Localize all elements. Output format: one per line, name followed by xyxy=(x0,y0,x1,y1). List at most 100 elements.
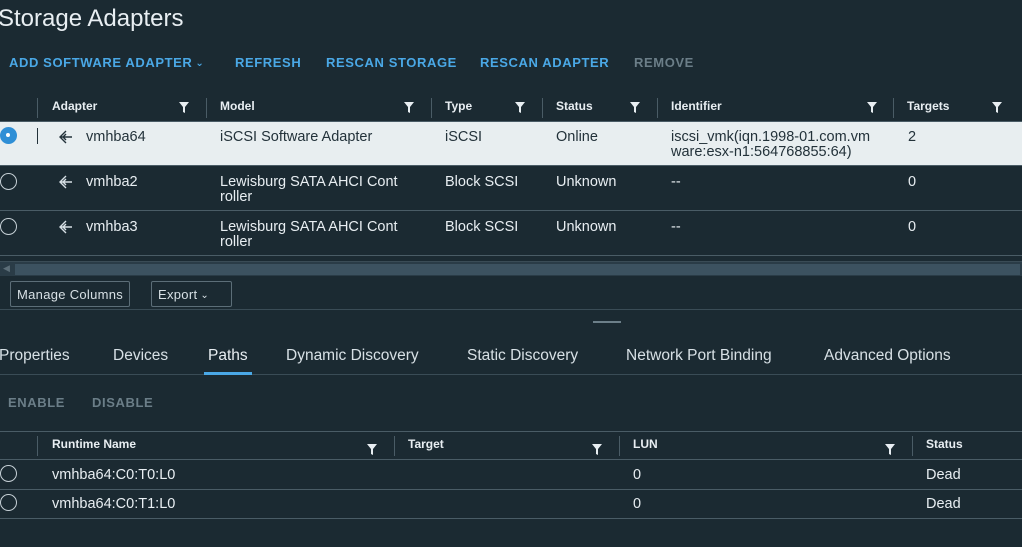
column-header-adapter[interactable]: Adapter xyxy=(52,94,97,122)
column-separator xyxy=(657,98,658,118)
column-separator xyxy=(431,98,432,118)
filter-icon[interactable] xyxy=(179,102,189,113)
row-select-radio[interactable] xyxy=(0,218,17,235)
adapters-grid-header: Adapter Model Type Status Identifier Tar… xyxy=(0,94,1022,122)
tab-network-port-binding[interactable]: Network Port Binding xyxy=(626,347,772,365)
table-row[interactable]: vmhba3 Lewisburg SATA AHCI Cont roller B… xyxy=(0,212,1022,256)
column-separator xyxy=(206,98,207,118)
cell-model: Lewisburg SATA AHCI Cont roller xyxy=(220,220,398,250)
cell-identifier-line1: iscsi_vmk(iqn.1998-01.com.vm xyxy=(671,129,871,145)
tab-static-discovery[interactable]: Static Discovery xyxy=(467,347,578,365)
cell-status: Unknown xyxy=(556,174,617,190)
column-header-status[interactable]: Status xyxy=(926,432,963,460)
row-select-radio[interactable] xyxy=(0,494,17,511)
rescan-storage-button[interactable]: RESCAN STORAGE xyxy=(326,55,457,70)
cell-model-line2: roller xyxy=(220,189,253,205)
column-header-runtime-name[interactable]: Runtime Name xyxy=(52,432,136,460)
column-header-identifier[interactable]: Identifier xyxy=(671,94,722,122)
manage-columns-button[interactable]: Manage Columns xyxy=(10,281,131,307)
chevron-down-icon: ⌄ xyxy=(195,58,205,69)
scrollbar-thumb[interactable] xyxy=(15,264,1020,275)
filter-icon[interactable] xyxy=(630,102,640,113)
cell-runtime-name: vmhba64:C0:T1:L0 xyxy=(52,496,176,512)
adapter-icon xyxy=(59,220,72,234)
cell-lun: 0 xyxy=(633,496,642,512)
cell-runtime-name: vmhba64:C0:T0:L0 xyxy=(52,467,176,483)
column-header-type[interactable]: Type xyxy=(445,94,472,122)
paths-grid-header: Runtime Name Target LUN Status xyxy=(0,431,1022,460)
refresh-button[interactable]: REFRESH xyxy=(235,55,301,70)
filter-icon[interactable] xyxy=(867,102,877,113)
filter-icon[interactable] xyxy=(404,102,414,113)
tab-advanced-options[interactable]: Advanced Options xyxy=(824,347,951,365)
cell-model-line1: Lewisburg SATA AHCI Cont xyxy=(220,174,398,190)
export-button[interactable]: Export ⌄ xyxy=(151,281,232,307)
add-software-adapter-label: ADD SOFTWARE ADAPTER xyxy=(9,55,193,70)
disable-button: DISABLE xyxy=(92,395,154,410)
tab-devices[interactable]: Devices xyxy=(113,347,168,365)
column-separator xyxy=(37,436,38,456)
cell-targets: 2 xyxy=(908,129,917,145)
cell-status: Dead xyxy=(926,467,961,483)
rescan-adapter-button[interactable]: RESCAN ADAPTER xyxy=(480,55,609,70)
cell-adapter: vmhba2 xyxy=(86,174,138,190)
column-separator xyxy=(37,98,38,118)
adapter-icon xyxy=(59,130,72,144)
cell-type: Block SCSI xyxy=(445,174,519,190)
pane-splitter-handle[interactable] xyxy=(593,321,621,323)
cell-model-line1: Lewisburg SATA AHCI Cont xyxy=(220,219,398,235)
page-title: Storage Adapters xyxy=(0,5,184,32)
column-header-model[interactable]: Model xyxy=(220,94,255,122)
table-row[interactable]: vmhba64 iSCSI Software Adapter iSCSI Onl… xyxy=(0,122,1022,166)
row-select-radio[interactable] xyxy=(0,127,17,144)
cell-identifier: -- xyxy=(671,174,681,190)
cell-model-line1: iSCSI Software Adapter xyxy=(220,129,373,145)
cell-status: Unknown xyxy=(556,219,617,235)
table-row[interactable]: vmhba64:C0:T1:L0 0 Dead xyxy=(0,490,1022,519)
cell-type: iSCSI xyxy=(445,129,483,145)
tab-paths[interactable]: Paths xyxy=(208,347,248,365)
export-label: Export xyxy=(158,287,198,302)
table-row[interactable]: vmhba2 Lewisburg SATA AHCI Cont roller B… xyxy=(0,167,1022,211)
column-header-target[interactable]: Target xyxy=(408,432,444,460)
cell-adapter: vmhba64 xyxy=(86,129,146,145)
cell-status: Online xyxy=(556,129,598,145)
cell-identifier: iscsi_vmk(iqn.1998-01.com.vm ware:esx-n1… xyxy=(671,130,870,160)
filter-icon[interactable] xyxy=(367,444,377,455)
cell-model-line2: roller xyxy=(220,234,253,250)
cell-model: iSCSI Software Adapter xyxy=(220,130,372,145)
tab-properties[interactable]: Properties xyxy=(0,347,70,365)
column-header-lun[interactable]: LUN xyxy=(633,432,658,460)
cell-lun: 0 xyxy=(633,467,642,483)
column-header-status[interactable]: Status xyxy=(556,94,593,122)
cell-model: Lewisburg SATA AHCI Cont roller xyxy=(220,175,398,205)
cell-targets: 0 xyxy=(908,174,917,190)
grid-footer: Manage Columns Export ⌄ xyxy=(0,280,1022,310)
filter-icon[interactable] xyxy=(592,444,602,455)
tab-dynamic-discovery[interactable]: Dynamic Discovery xyxy=(286,347,419,365)
cell-identifier: -- xyxy=(671,219,681,235)
filter-icon[interactable] xyxy=(515,102,525,113)
detail-tabs: Properties Devices Paths Dynamic Discove… xyxy=(0,340,1022,375)
column-separator xyxy=(619,436,620,456)
cell-type: Block SCSI xyxy=(445,219,519,235)
enable-button: ENABLE xyxy=(8,395,66,410)
column-header-targets[interactable]: Targets xyxy=(907,94,949,122)
row-select-radio[interactable] xyxy=(0,173,17,190)
row-select-radio[interactable] xyxy=(0,465,17,482)
cell-status: Dead xyxy=(926,496,961,512)
filter-icon[interactable] xyxy=(992,102,1002,113)
chevron-down-icon: ⌄ xyxy=(200,290,210,301)
add-software-adapter-button[interactable]: ADD SOFTWARE ADAPTER ⌄ xyxy=(9,55,204,70)
table-row[interactable]: vmhba64:C0:T0:L0 0 Dead xyxy=(0,461,1022,490)
cell-identifier-line2: ware:esx-n1:564768855:64) xyxy=(671,144,852,160)
column-separator xyxy=(542,98,543,118)
active-tab-indicator xyxy=(204,372,252,375)
filter-icon[interactable] xyxy=(885,444,895,455)
row-expand-handle xyxy=(37,128,38,144)
column-separator xyxy=(394,436,395,456)
cell-adapter: vmhba3 xyxy=(86,219,138,235)
scroll-left-icon[interactable]: ◀ xyxy=(3,263,10,274)
adapter-icon xyxy=(59,175,72,189)
horizontal-scrollbar[interactable]: ◀ xyxy=(0,261,1022,276)
